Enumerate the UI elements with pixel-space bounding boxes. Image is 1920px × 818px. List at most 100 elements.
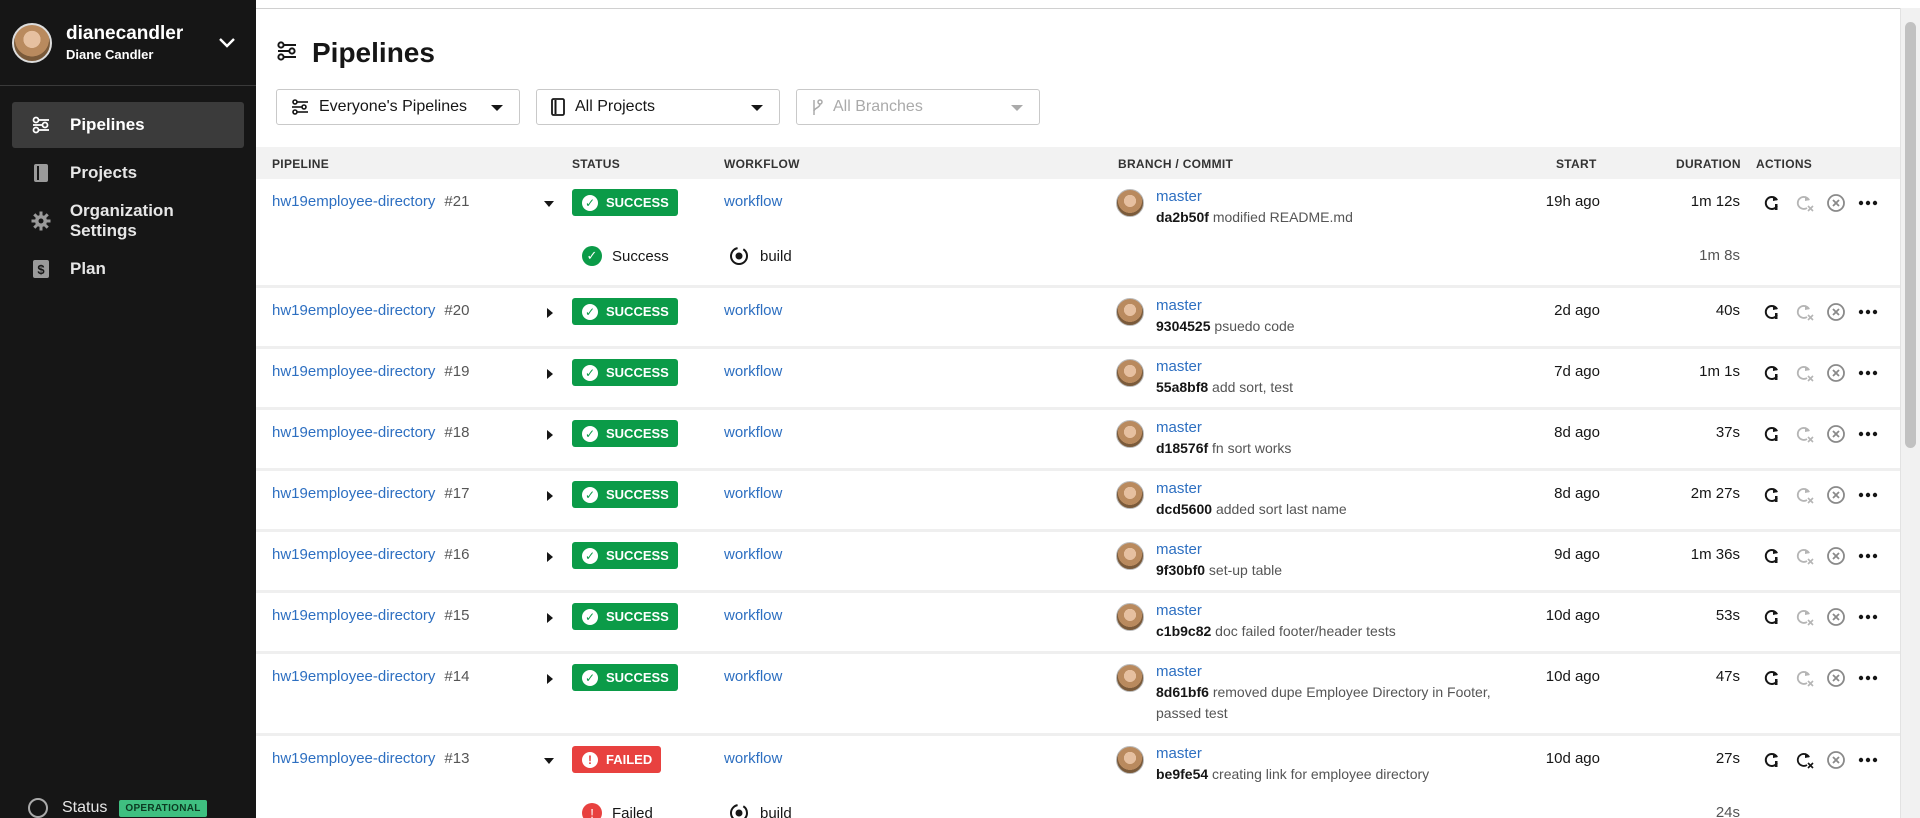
caret-down-icon[interactable]: [544, 201, 554, 207]
chevron-down-icon[interactable]: [218, 36, 236, 54]
project-link[interactable]: hw19employee-directory: [272, 485, 435, 502]
pipeline-name[interactable]: hw19employee-directory #13: [272, 750, 469, 767]
status-badge[interactable]: ✓ SUCCESS: [572, 189, 678, 216]
pipelines-filter-select[interactable]: Everyone's Pipelines: [276, 89, 520, 125]
workflow-link[interactable]: workflow: [724, 546, 782, 563]
project-link[interactable]: hw19employee-directory: [272, 363, 435, 380]
job-name[interactable]: build: [760, 248, 792, 265]
cancel-icon[interactable]: [1826, 607, 1846, 627]
workflow-link[interactable]: workflow: [724, 302, 782, 319]
cancel-icon[interactable]: [1826, 193, 1846, 213]
more-icon[interactable]: [1858, 668, 1878, 688]
branch-link[interactable]: master: [1156, 744, 1496, 764]
workflow-link[interactable]: workflow: [724, 607, 782, 624]
pipeline-name[interactable]: hw19employee-directory #17: [272, 485, 469, 502]
caret-right-icon[interactable]: [547, 491, 553, 501]
workflow-link[interactable]: workflow: [724, 485, 782, 502]
rerun-icon[interactable]: [1762, 607, 1782, 627]
workflow-link[interactable]: workflow: [724, 750, 782, 767]
pipeline-name[interactable]: hw19employee-directory #14: [272, 668, 469, 685]
projects-filter-select[interactable]: All Projects: [536, 89, 780, 125]
table-row[interactable]: hw19employee-directory #14 ✓ SUCCESS workflo…: [256, 654, 1900, 736]
caret-down-icon[interactable]: [544, 758, 554, 764]
status-badge[interactable]: ✓ SUCCESS: [572, 481, 678, 508]
table-row[interactable]: hw19employee-directory #18 ✓ SUCCESS workflo…: [256, 410, 1900, 471]
table-row[interactable]: hw19employee-directory #13 ! FAILED workflow…: [256, 736, 1900, 818]
table-row[interactable]: hw19employee-directory #16 ✓ SUCCESS workflo…: [256, 532, 1900, 593]
job-name[interactable]: build: [760, 805, 792, 818]
cancel-icon[interactable]: [1826, 485, 1846, 505]
project-link[interactable]: hw19employee-directory: [272, 546, 435, 563]
rerun-icon[interactable]: [1762, 424, 1782, 444]
table-row[interactable]: hw19employee-directory #21 ✓ SUCCESS workflo…: [256, 179, 1900, 288]
sidebar-item-projects[interactable]: Projects: [12, 150, 244, 196]
branch-link[interactable]: master: [1156, 357, 1496, 377]
pipeline-name[interactable]: hw19employee-directory #19: [272, 363, 469, 380]
rerun-icon[interactable]: [1762, 750, 1782, 770]
rerun-icon[interactable]: [1762, 193, 1782, 213]
job-link[interactable]: build: [728, 245, 792, 267]
job-link[interactable]: build: [728, 802, 792, 818]
pipeline-name[interactable]: hw19employee-directory #15: [272, 607, 469, 624]
more-icon[interactable]: [1858, 193, 1878, 213]
table-row[interactable]: hw19employee-directory #19 ✓ SUCCESS workflo…: [256, 349, 1900, 410]
status-badge[interactable]: ! FAILED: [572, 746, 662, 773]
commit-sha[interactable]: da2b50f: [1156, 209, 1209, 225]
sidebar-item-plan[interactable]: $ Plan: [12, 246, 244, 292]
status-badge[interactable]: ✓ SUCCESS: [572, 603, 678, 630]
branch-link[interactable]: master: [1156, 479, 1496, 499]
more-icon[interactable]: [1858, 302, 1878, 322]
branch-link[interactable]: master: [1156, 540, 1496, 560]
workflow-link[interactable]: workflow: [724, 668, 782, 685]
commit-sha[interactable]: d18576f: [1156, 440, 1208, 456]
commit-sha[interactable]: 9f30bf0: [1156, 562, 1205, 578]
branch-link[interactable]: master: [1156, 187, 1496, 207]
sidebar-item-organization-settings[interactable]: Organization Settings: [12, 198, 244, 244]
system-status[interactable]: Status OPERATIONAL: [28, 798, 207, 818]
rerun-icon[interactable]: [1762, 546, 1782, 566]
pipeline-name[interactable]: hw19employee-directory #20: [272, 302, 469, 319]
more-icon[interactable]: [1858, 485, 1878, 505]
scrollbar-thumb[interactable]: [1905, 22, 1916, 448]
rerun-icon[interactable]: [1762, 363, 1782, 383]
status-badge[interactable]: ✓ SUCCESS: [572, 298, 678, 325]
cancel-icon[interactable]: [1826, 750, 1846, 770]
branch-link[interactable]: master: [1156, 296, 1496, 316]
rerun-failed-icon[interactable]: [1794, 750, 1814, 770]
project-link[interactable]: hw19employee-directory: [272, 424, 435, 441]
more-icon[interactable]: [1858, 750, 1878, 770]
pipeline-name[interactable]: hw19employee-directory #21: [272, 193, 469, 210]
status-badge[interactable]: ✓ SUCCESS: [572, 420, 678, 447]
more-icon[interactable]: [1858, 424, 1878, 444]
cancel-icon[interactable]: [1826, 424, 1846, 444]
commit-sha[interactable]: c1b9c82: [1156, 623, 1211, 639]
commit-sha[interactable]: be9fe54: [1156, 766, 1208, 782]
rerun-icon[interactable]: [1762, 668, 1782, 688]
commit-sha[interactable]: dcd5600: [1156, 501, 1212, 517]
cancel-icon[interactable]: [1826, 302, 1846, 322]
more-icon[interactable]: [1858, 363, 1878, 383]
sidebar-item-pipelines[interactable]: Pipelines: [12, 102, 244, 148]
branch-link[interactable]: master: [1156, 601, 1496, 621]
pipeline-name[interactable]: hw19employee-directory #18: [272, 424, 469, 441]
workflow-link[interactable]: workflow: [724, 193, 782, 210]
cancel-icon[interactable]: [1826, 668, 1846, 688]
status-badge[interactable]: ✓ SUCCESS: [572, 664, 678, 691]
table-row[interactable]: hw19employee-directory #20 ✓ SUCCESS workflo…: [256, 288, 1900, 349]
workflow-link[interactable]: workflow: [724, 424, 782, 441]
more-icon[interactable]: [1858, 607, 1878, 627]
caret-right-icon[interactable]: [547, 552, 553, 562]
caret-right-icon[interactable]: [547, 430, 553, 440]
commit-sha[interactable]: 9304525: [1156, 318, 1211, 334]
commit-sha[interactable]: 55a8bf8: [1156, 379, 1208, 395]
commit-sha[interactable]: 8d61bf6: [1156, 684, 1209, 700]
table-row[interactable]: hw19employee-directory #15 ✓ SUCCESS workflo…: [256, 593, 1900, 654]
rerun-icon[interactable]: [1762, 302, 1782, 322]
scrollbar[interactable]: [1900, 8, 1920, 818]
user-switcher[interactable]: dianecandler Diane Candler: [0, 0, 256, 86]
caret-right-icon[interactable]: [547, 369, 553, 379]
project-link[interactable]: hw19employee-directory: [272, 668, 435, 685]
caret-right-icon[interactable]: [547, 613, 553, 623]
table-row[interactable]: hw19employee-directory #17 ✓ SUCCESS workflo…: [256, 471, 1900, 532]
project-link[interactable]: hw19employee-directory: [272, 193, 435, 210]
